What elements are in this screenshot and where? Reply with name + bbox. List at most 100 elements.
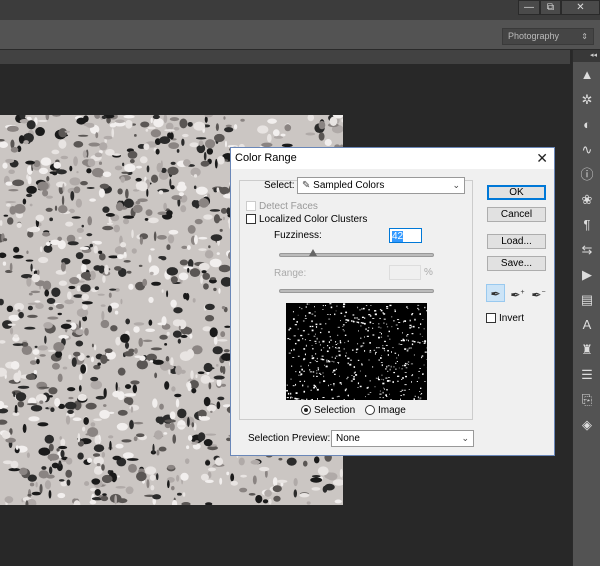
- preview-speck: [306, 398, 308, 400]
- granite-speck: [318, 120, 326, 130]
- granite-speck: [267, 118, 277, 124]
- granite-speck: [187, 382, 192, 392]
- curves-icon[interactable]: ∿: [573, 137, 600, 162]
- eyedropper-icon[interactable]: ✒: [486, 284, 505, 302]
- granite-speck: [34, 300, 41, 303]
- workspace-select[interactable]: Photography ⇕: [502, 28, 594, 45]
- granite-speck: [30, 404, 43, 412]
- close-window-button[interactable]: ✕: [561, 0, 600, 15]
- range-slider[interactable]: [279, 289, 434, 293]
- fuzziness-slider[interactable]: [279, 249, 434, 257]
- fuzziness-input[interactable]: 42: [389, 228, 422, 243]
- slider-thumb[interactable]: [308, 249, 317, 256]
- preview-speck: [353, 376, 356, 378]
- brush-icon[interactable]: ⇆: [573, 237, 600, 262]
- granite-speck: [150, 174, 159, 183]
- detect-faces-checkbox[interactable]: Detect Faces: [246, 201, 318, 212]
- close-icon[interactable]: ✕: [536, 150, 548, 167]
- ok-button[interactable]: OK: [487, 185, 546, 200]
- paragraph-icon[interactable]: ¶: [573, 212, 600, 237]
- layers-icon[interactable]: ◈: [573, 412, 600, 437]
- granite-speck: [117, 367, 126, 376]
- preview-speck: [286, 397, 289, 399]
- info-icon[interactable]: ⓘ: [573, 162, 600, 187]
- restore-button[interactable]: ⧉: [540, 0, 561, 15]
- granite-speck: [8, 169, 15, 175]
- preview-speck: [381, 355, 383, 356]
- granite-speck: [222, 216, 226, 221]
- preview-speck: [333, 369, 336, 371]
- granite-speck: [38, 256, 49, 264]
- granite-speck: [154, 372, 158, 379]
- color-icon[interactable]: ❀: [573, 187, 600, 212]
- minimize-button[interactable]: —: [518, 0, 540, 15]
- granite-speck: [167, 234, 175, 244]
- preview-speck: [337, 343, 339, 344]
- eyedropper-plus-icon[interactable]: ✒+: [508, 284, 527, 302]
- granite-speck: [37, 422, 49, 427]
- preview-speck: [292, 311, 295, 313]
- selection-preview-label: Selection Preview:: [248, 433, 331, 444]
- radio-selection-label: Selection: [314, 405, 356, 416]
- granite-speck: [128, 283, 134, 290]
- granite-speck: [146, 188, 149, 197]
- granite-speck: [164, 381, 170, 390]
- granite-speck: [194, 218, 203, 225]
- collapse-icon[interactable]: ◂◂: [573, 50, 600, 62]
- preview-speck: [378, 376, 379, 378]
- granite-speck: [35, 482, 38, 488]
- clone-source-icon[interactable]: ⎘: [573, 387, 600, 412]
- granite-speck: [100, 495, 109, 502]
- eyedropper-minus-icon[interactable]: ✒−: [529, 284, 548, 302]
- invert-label: Invert: [499, 313, 525, 324]
- actions-icon[interactable]: ▶: [573, 262, 600, 287]
- select-dropdown[interactable]: ✎ Sampled Colors ⌄: [297, 177, 465, 194]
- tool-presets-icon[interactable]: ♜: [573, 337, 600, 362]
- navigator-icon[interactable]: ✲: [573, 87, 600, 112]
- preview-speck: [383, 318, 386, 320]
- granite-speck: [160, 256, 167, 261]
- granite-speck: [77, 394, 87, 402]
- granite-speck: [97, 362, 101, 366]
- preview-speck: [401, 378, 403, 380]
- granite-speck: [53, 161, 62, 169]
- preview-speck: [315, 324, 318, 325]
- granite-speck: [10, 146, 19, 153]
- granite-speck: [41, 466, 47, 470]
- histogram-icon[interactable]: ▲: [573, 62, 600, 87]
- fuzziness-value: 42: [392, 231, 404, 242]
- granite-speck: [187, 121, 193, 127]
- preview-speck: [380, 336, 383, 338]
- preview-speck: [393, 371, 396, 374]
- cancel-button[interactable]: Cancel: [487, 207, 546, 222]
- radio-selection[interactable]: Selection: [301, 405, 355, 416]
- adjustments-icon[interactable]: ◐: [573, 112, 600, 137]
- localized-clusters-checkbox[interactable]: Localized Color Clusters: [246, 214, 367, 225]
- granite-speck: [51, 149, 60, 155]
- range-input[interactable]: [389, 265, 421, 280]
- granite-speck: [278, 457, 283, 461]
- granite-speck: [93, 344, 97, 351]
- granite-speck: [221, 305, 226, 310]
- radio-image[interactable]: Image: [365, 405, 406, 416]
- load-button[interactable]: Load...: [487, 234, 546, 249]
- granite-speck: [88, 142, 101, 147]
- selection-preview-dropdown[interactable]: None ⌄: [331, 430, 474, 447]
- properties-icon[interactable]: ☰: [573, 362, 600, 387]
- granite-speck: [83, 417, 89, 425]
- granite-speck: [123, 260, 131, 263]
- granite-speck: [37, 181, 49, 191]
- save-button[interactable]: Save...: [487, 256, 546, 271]
- granite-speck: [166, 244, 171, 251]
- granite-speck: [79, 246, 90, 250]
- granite-speck: [259, 466, 270, 472]
- granite-speck: [39, 483, 43, 494]
- granite-speck: [26, 193, 33, 198]
- preview-speck: [401, 368, 403, 370]
- granite-speck: [8, 467, 21, 472]
- character-icon[interactable]: A: [573, 312, 600, 337]
- preview-speck: [352, 378, 355, 380]
- invert-checkbox[interactable]: Invert: [486, 313, 524, 324]
- layers-comp-icon[interactable]: ▤: [573, 287, 600, 312]
- preview-speck: [338, 362, 339, 365]
